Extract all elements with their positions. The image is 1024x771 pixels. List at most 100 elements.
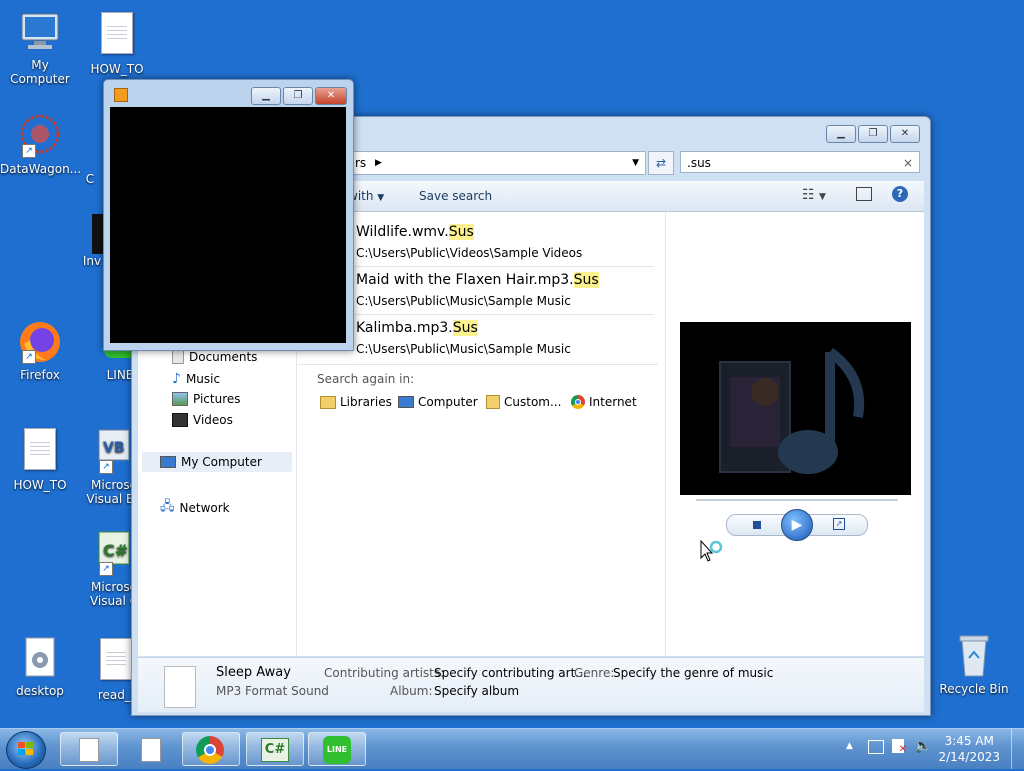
result-name: Maid with the Flaxen Hair.mp3. [356, 272, 574, 288]
search-again-computer[interactable]: Computer [398, 395, 478, 409]
taskbar-chrome-button[interactable] [182, 732, 240, 766]
save-search-button[interactable]: Save search [419, 189, 492, 203]
nav-item-music[interactable]: ♪ Music [172, 371, 220, 387]
address-bar[interactable]: rs ▶ ▼ [342, 151, 646, 175]
album-label: Album: [390, 684, 433, 698]
nav-item-label: Videos [193, 413, 233, 427]
desktop-icon-label: desktop [16, 684, 64, 698]
search-again-libraries[interactable]: Libraries [320, 395, 392, 409]
taskbar: C# LINE ▲ ✕ 🔈 3:45 AM 2/14/2023 [0, 728, 1024, 769]
network-icon[interactable] [868, 740, 884, 754]
result-ext-highlight: Sus [448, 224, 474, 240]
result-name: Wildlife.wmv. [356, 224, 449, 240]
desktop-icon-my-computer[interactable]: My Computer [0, 8, 80, 86]
search-again-option-label: Libraries [340, 395, 392, 409]
taskbar-csharp-button[interactable]: C# [246, 732, 304, 766]
firefox-icon: ↗ [16, 318, 64, 366]
nav-item-my-computer[interactable]: My Computer [142, 452, 292, 472]
desktop-icon-how-to[interactable]: HOW_TO [77, 8, 157, 76]
start-button[interactable] [6, 731, 46, 769]
media-controls: ▶ ↗ [726, 509, 868, 541]
desktop-icon-firefox[interactable]: ↗ Firefox [0, 318, 80, 382]
details-file-name: Sleep Away [216, 665, 291, 680]
artists-value[interactable]: Specify contributing art... [434, 666, 587, 680]
nav-item-videos[interactable]: Videos [172, 413, 233, 427]
pictures-icon [172, 392, 188, 406]
album-value[interactable]: Specify album [434, 684, 519, 698]
window-controls: ▁ ❐ ✕ [826, 125, 920, 143]
maximize-button[interactable]: ❐ [283, 87, 313, 105]
help-icon[interactable]: ? [892, 186, 908, 202]
open-player-icon[interactable]: ↗ [833, 518, 845, 530]
nav-item-label: Music [185, 372, 221, 386]
search-again-internet[interactable]: Internet [571, 395, 637, 409]
action-center-icon[interactable]: ✕ [892, 739, 907, 755]
taskbar-file-button[interactable] [122, 732, 180, 766]
desktop-icon-label: HOW_TO [90, 62, 144, 76]
desktop-icon-label: Firefox [20, 368, 60, 382]
nav-item-network[interactable]: 🖧 Network [160, 497, 230, 519]
nav-item-label: Documents [189, 350, 258, 364]
clear-search-icon[interactable]: × [903, 152, 913, 174]
videos-icon [172, 413, 188, 427]
desktop-icon-label: Recycle Bin [939, 682, 1009, 696]
preview-pane-icon[interactable] [856, 187, 872, 201]
chevron-down-icon[interactable]: ▼ [632, 152, 639, 174]
text-file-icon [93, 12, 141, 60]
seek-bar[interactable] [696, 499, 898, 501]
desktop-icon-visual-basic[interactable]: VB ↗ Microso Visual Ba [76, 428, 134, 506]
line-icon: LINE [323, 736, 351, 764]
windows-logo-icon [18, 742, 33, 755]
details-pane: Sleep Away MP3 Format Sound Contributing… [138, 657, 924, 712]
nav-item-label: Network [179, 501, 230, 515]
desktop-icon-label: Inv [82, 254, 102, 268]
refresh-button[interactable]: ⇄ [648, 151, 674, 175]
clock-date: 2/14/2023 [938, 750, 1000, 764]
divider [354, 266, 654, 267]
result-ext-highlight: Sus [452, 320, 478, 336]
nav-item-pictures[interactable]: Pictures [172, 392, 241, 406]
maximize-button[interactable]: ❐ [858, 125, 888, 143]
nav-item-documents[interactable]: Documents [172, 350, 257, 364]
nav-item-label: Pictures [193, 392, 241, 406]
desktop-icon-datawagon[interactable]: ↗ DataWagon... [0, 112, 81, 176]
media-player-window[interactable]: ▁ ❐ ✕ [103, 79, 354, 351]
nav-item-label: My Computer [181, 455, 262, 469]
minimize-button[interactable]: ▁ [826, 125, 856, 143]
search-again-option-label: Computer [418, 395, 478, 409]
desktop-icon-label: Microso Visual C [89, 580, 134, 608]
recycle-bin-icon [950, 632, 998, 680]
file-thumbnail [164, 666, 196, 708]
shortcut-arrow-icon: ↗ [99, 562, 113, 576]
computer-icon [398, 396, 414, 408]
desktop-icon-partial-c[interactable]: C [80, 120, 100, 186]
play-icon[interactable]: ▶ [781, 509, 813, 541]
close-button[interactable]: ✕ [890, 125, 920, 143]
chrome-icon [571, 395, 585, 409]
desktop-icon-recycle-bin[interactable]: Recycle Bin [934, 632, 1014, 696]
show-desktop-button[interactable] [1011, 729, 1024, 769]
system-clock[interactable]: 3:45 AM 2/14/2023 [938, 733, 1000, 765]
search-input[interactable]: .sus × [680, 151, 920, 173]
stop-icon[interactable] [753, 521, 761, 529]
view-options-icon[interactable]: ☷ ▼ [802, 187, 826, 203]
genre-value[interactable]: Specify the genre of music [613, 666, 773, 680]
window-controls: ▁ ❐ ✕ [251, 87, 347, 105]
taskbar-line-button[interactable]: LINE [308, 732, 366, 766]
search-again-custom[interactable]: Custom... [486, 395, 561, 409]
minimize-button[interactable]: ▁ [251, 87, 281, 105]
settings-file-icon [16, 634, 64, 682]
desktop-icon-partial-inv[interactable]: Inv [80, 214, 104, 268]
volume-icon[interactable]: 🔈 [914, 738, 931, 754]
csharp-icon: C# [261, 738, 289, 762]
close-button[interactable]: ✕ [315, 87, 347, 105]
desktop-icon-visual-csharp[interactable]: C# ↗ Microso Visual C [76, 530, 134, 608]
artists-label: Contributing artists: [324, 666, 445, 680]
taskbar-explorer-button[interactable] [60, 732, 118, 766]
desktop-icon-how-to-2[interactable]: HOW_TO [0, 424, 80, 492]
show-hidden-icons-icon[interactable]: ▲ [846, 741, 853, 751]
desktop-icon-desktop[interactable]: desktop [0, 634, 80, 698]
clock-time: 3:45 AM [944, 734, 994, 748]
result-name: Kalimba.mp3. [356, 320, 453, 336]
text-file-icon [16, 428, 64, 476]
